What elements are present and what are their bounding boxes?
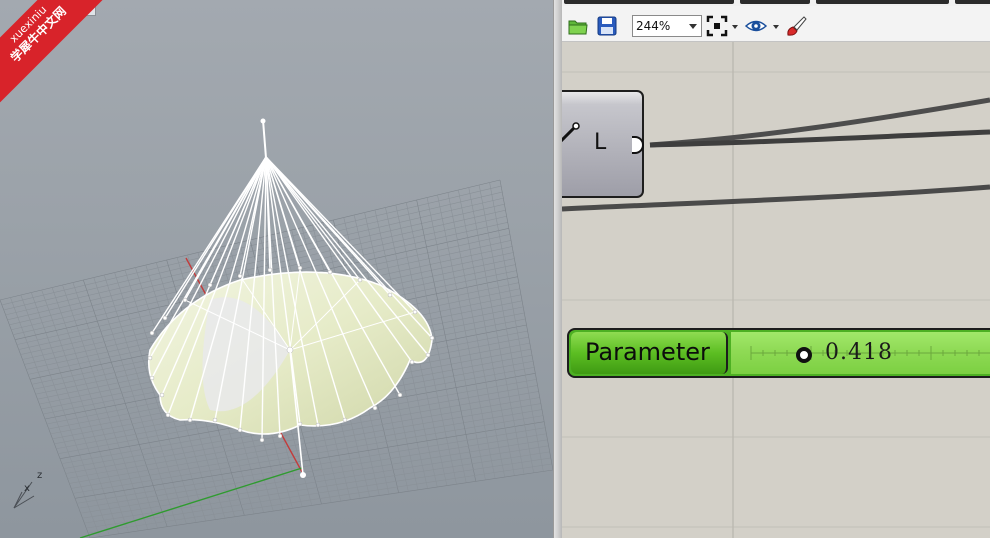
bake-paint-icon[interactable] (785, 15, 807, 37)
perspective-viewport[interactable]: x z ve xuexiniu 学犀牛中文网 (0, 0, 553, 538)
save-file-icon[interactable] (596, 15, 618, 37)
slider-name: Parameter (585, 338, 710, 366)
output-port[interactable] (632, 136, 644, 154)
panel-splitter[interactable] (553, 0, 562, 538)
apex-point (260, 118, 266, 124)
doc-tab[interactable] (816, 0, 949, 4)
zoom-extents-icon[interactable] (706, 15, 728, 37)
preview-eye-icon[interactable] (745, 15, 767, 37)
curve-icon (562, 122, 580, 143)
base-point (300, 472, 306, 478)
length-component[interactable]: L (562, 90, 644, 198)
viewport-scene: x z (0, 118, 553, 538)
axis-x-label: x (24, 483, 30, 494)
apex-mast (262, 119, 267, 159)
axis-z-label: z (37, 470, 42, 481)
doc-tab[interactable] (564, 0, 734, 4)
slider-track[interactable]: 0.418 (731, 332, 990, 374)
number-slider[interactable]: Parameter 0.418 (567, 328, 990, 378)
chevron-down-icon[interactable] (773, 25, 779, 29)
component-label: L (594, 130, 607, 155)
grasshopper-panel: 244% L Parameter 0.418 (562, 0, 990, 538)
doc-tab[interactable] (740, 0, 810, 4)
open-file-icon[interactable] (567, 15, 589, 37)
slider-knob[interactable] (796, 347, 812, 363)
app-root: x z ve xuexiniu 学犀牛中文网 (0, 0, 990, 538)
doc-tab[interactable] (955, 0, 990, 4)
chevron-down-icon[interactable] (732, 25, 738, 29)
zoom-level-select[interactable]: 244% (632, 15, 702, 37)
slider-name-box: Parameter (571, 332, 728, 374)
grasshopper-canvas[interactable]: L Parameter 0.418 (562, 42, 990, 538)
canvas-toolbar: 244% (562, 6, 990, 42)
slider-value: 0.418 (825, 340, 893, 365)
